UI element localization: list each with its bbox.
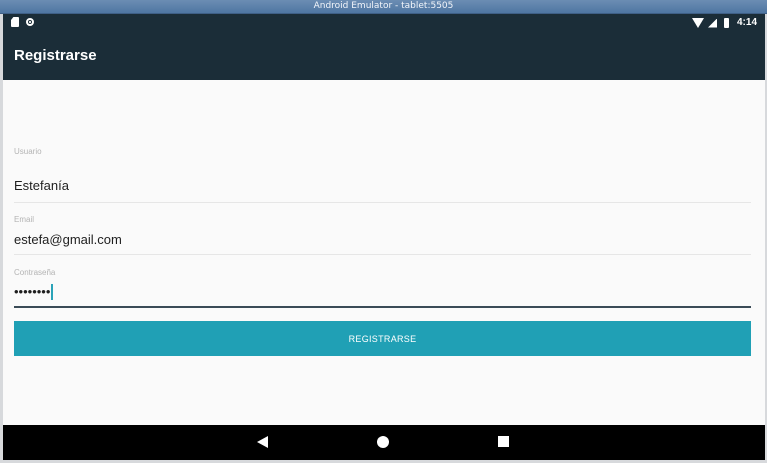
- page-title: Registrarse: [14, 47, 97, 64]
- text-cursor: [51, 284, 54, 300]
- status-bar: 4:14: [3, 14, 765, 32]
- email-field[interactable]: Email estefa@gmail.com: [14, 215, 751, 256]
- app-bar: Registrarse: [3, 32, 765, 80]
- password-field[interactable]: Contraseña ••••••••: [14, 268, 751, 309]
- wifi-icon: [691, 18, 704, 28]
- password-label: Contraseña: [14, 268, 56, 277]
- device-screen: 4:14 Registrarse Usuario Estefanía Email…: [3, 14, 765, 460]
- navigation-bar: [3, 425, 765, 460]
- status-right-icons: 4:14: [691, 16, 757, 30]
- username-value[interactable]: Estefanía: [14, 178, 69, 194]
- battery-icon: [723, 18, 729, 28]
- email-value[interactable]: estefa@gmail.com: [14, 232, 122, 248]
- username-field[interactable]: Usuario Estefanía: [14, 147, 751, 203]
- status-clock: 4:14: [736, 17, 757, 28]
- email-label: Email: [14, 215, 35, 224]
- status-left-icons: [11, 17, 34, 27]
- sd-card-icon: [11, 17, 19, 27]
- signal-icon: [707, 18, 717, 28]
- record-icon: [26, 18, 34, 26]
- email-underline: [14, 254, 751, 255]
- password-value[interactable]: ••••••••: [14, 284, 54, 300]
- home-icon[interactable]: [377, 436, 389, 448]
- recents-icon[interactable]: [498, 436, 509, 447]
- register-button[interactable]: REGISTRARSE: [14, 321, 751, 356]
- emulator-window-title: Android Emulator - tablet:5505: [0, 0, 767, 14]
- username-label: Usuario: [14, 147, 42, 156]
- password-underline: [14, 306, 751, 308]
- password-dots: ••••••••: [14, 284, 51, 299]
- back-icon[interactable]: [257, 436, 268, 448]
- username-underline: [14, 202, 751, 203]
